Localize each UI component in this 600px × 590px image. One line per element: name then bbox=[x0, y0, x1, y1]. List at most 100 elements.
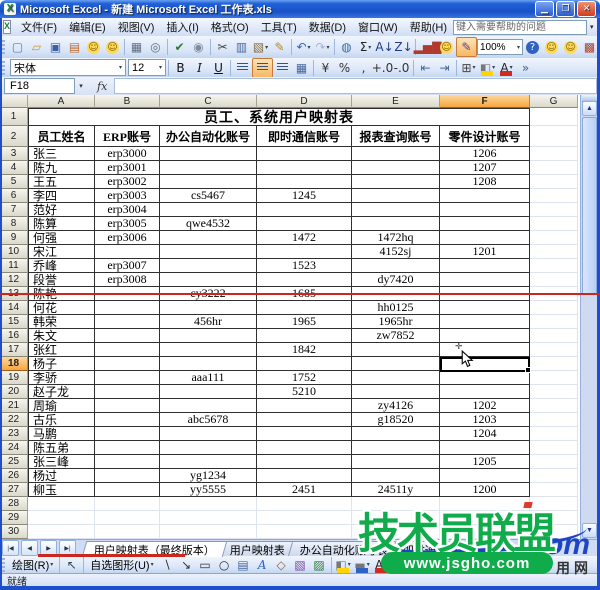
cell-E16[interactable]: zw7852 bbox=[352, 329, 440, 343]
cell-A26[interactable]: 杨过 bbox=[28, 469, 95, 483]
cell-D4[interactable] bbox=[257, 161, 352, 175]
cell-D10[interactable] bbox=[257, 245, 352, 259]
cell-C7[interactable] bbox=[160, 203, 257, 217]
cell-E9[interactable]: 1472hq bbox=[352, 231, 440, 245]
cell-D9[interactable]: 1472 bbox=[257, 231, 352, 245]
decrease-decimal-icon[interactable]: -.0 bbox=[392, 59, 411, 77]
cell-A28[interactable] bbox=[28, 497, 95, 511]
row-header-27[interactable]: 27 bbox=[0, 483, 28, 497]
scroll-down-icon[interactable]: ▼ bbox=[582, 523, 597, 538]
smiley-icon[interactable]: ☺ bbox=[437, 38, 456, 56]
cell-G23[interactable] bbox=[530, 427, 578, 441]
cell-D12[interactable] bbox=[257, 273, 352, 287]
column-header-D[interactable]: D bbox=[257, 95, 352, 108]
cell-B5[interactable]: erp3002 bbox=[95, 175, 160, 189]
spelling-icon[interactable]: ✔ bbox=[170, 38, 189, 56]
cell-E23[interactable] bbox=[352, 427, 440, 441]
row-header-3[interactable]: 3 bbox=[0, 147, 28, 161]
cell-G14[interactable] bbox=[530, 301, 578, 315]
row-header-2[interactable]: 2 bbox=[0, 126, 28, 147]
cell-A20[interactable]: 赵子龙 bbox=[28, 385, 95, 399]
cell-C4[interactable] bbox=[160, 161, 257, 175]
cell-B4[interactable]: erp3001 bbox=[95, 161, 160, 175]
font-size-select[interactable]: 12 ▾ bbox=[128, 59, 166, 76]
cell-F5[interactable]: 1208 bbox=[440, 175, 530, 189]
cell-B22[interactable] bbox=[95, 413, 160, 427]
cell-D30[interactable] bbox=[257, 525, 352, 539]
cell-C28[interactable] bbox=[160, 497, 257, 511]
cell-E27[interactable]: 24511y bbox=[352, 483, 440, 497]
cell-F27[interactable]: 1200 bbox=[440, 483, 530, 497]
cell-G9[interactable] bbox=[530, 231, 578, 245]
autosum-icon[interactable]: Σ▾ bbox=[356, 38, 375, 56]
clipart-icon[interactable]: ▧ bbox=[291, 556, 310, 574]
new-file-icon[interactable]: ▢ bbox=[8, 38, 27, 56]
cell-D26[interactable] bbox=[257, 469, 352, 483]
column-header-A[interactable]: A bbox=[28, 95, 95, 108]
menu-item[interactable]: 视图(V) bbox=[112, 17, 161, 37]
zoom-select[interactable]: 100%▾ bbox=[477, 39, 523, 55]
cell-G16[interactable] bbox=[530, 329, 578, 343]
cell-C22[interactable]: abc5678 bbox=[160, 413, 257, 427]
menu-item[interactable]: 工具(T) bbox=[255, 17, 303, 37]
cell-B7[interactable]: erp3004 bbox=[95, 203, 160, 217]
cell-C14[interactable] bbox=[160, 301, 257, 315]
row-header-23[interactable]: 23 bbox=[0, 427, 28, 441]
cell-A15[interactable]: 韩荣 bbox=[28, 315, 95, 329]
cell-header-E2[interactable]: 报表查询账号 bbox=[352, 126, 440, 147]
active-cell-F18[interactable] bbox=[440, 357, 530, 372]
menu-item[interactable]: 窗口(W) bbox=[352, 17, 404, 37]
cell-G20[interactable] bbox=[530, 385, 578, 399]
cell-D21[interactable] bbox=[257, 399, 352, 413]
column-header-B[interactable]: B bbox=[95, 95, 160, 108]
draw-menu-button[interactable]: 绘图(R)▾ bbox=[8, 556, 57, 574]
cell-G3[interactable] bbox=[530, 147, 578, 161]
fill-color-icon[interactable]: ◧▾ bbox=[334, 556, 353, 574]
font-color-icon[interactable]: A▾ bbox=[497, 59, 516, 77]
cell-E28[interactable] bbox=[352, 497, 440, 511]
cell-A9[interactable]: 何强 bbox=[28, 231, 95, 245]
cell-F26[interactable] bbox=[440, 469, 530, 483]
cell-C8[interactable]: qwe4532 bbox=[160, 217, 257, 231]
cell-G7[interactable] bbox=[530, 203, 578, 217]
cell-F25[interactable]: 1205 bbox=[440, 455, 530, 469]
scroll-up-icon[interactable]: ▲ bbox=[582, 101, 597, 116]
cell-D28[interactable] bbox=[257, 497, 352, 511]
cell-D11[interactable]: 1523 bbox=[257, 259, 352, 273]
cell-F10[interactable]: 1201 bbox=[440, 245, 530, 259]
cell-C16[interactable] bbox=[160, 329, 257, 343]
cell-A22[interactable]: 古乐 bbox=[28, 413, 95, 427]
cell-F28[interactable] bbox=[440, 497, 530, 511]
cell-G17[interactable] bbox=[530, 343, 578, 357]
restore-button[interactable]: ❐ bbox=[556, 1, 575, 17]
cell-E12[interactable]: dy7420 bbox=[352, 273, 440, 287]
cell-D8[interactable] bbox=[257, 217, 352, 231]
cell-F30[interactable] bbox=[440, 525, 530, 539]
cell-B19[interactable] bbox=[95, 371, 160, 385]
row-header-20[interactable]: 20 bbox=[0, 385, 28, 399]
cell-B20[interactable] bbox=[95, 385, 160, 399]
cell-F3[interactable]: 1206 bbox=[440, 147, 530, 161]
cell-D20[interactable]: 5210 bbox=[257, 385, 352, 399]
cell-C30[interactable] bbox=[160, 525, 257, 539]
cell-A24[interactable]: 陈五弟 bbox=[28, 441, 95, 455]
cell-A30[interactable] bbox=[28, 525, 95, 539]
cell-D19[interactable]: 1752 bbox=[257, 371, 352, 385]
cell-B12[interactable]: erp3008 bbox=[95, 273, 160, 287]
name-box[interactable]: F18 bbox=[4, 78, 75, 94]
save-icon[interactable]: ▣ bbox=[46, 38, 65, 56]
cell-B17[interactable] bbox=[95, 343, 160, 357]
cell-G1[interactable] bbox=[530, 108, 578, 126]
cell-F15[interactable] bbox=[440, 315, 530, 329]
cell-A4[interactable]: 陈九 bbox=[28, 161, 95, 175]
chart-wizard-icon[interactable]: ▂▅▇ bbox=[418, 38, 437, 56]
row-header-6[interactable]: 6 bbox=[0, 189, 28, 203]
cell-B16[interactable] bbox=[95, 329, 160, 343]
cell-C12[interactable] bbox=[160, 273, 257, 287]
cell-B27[interactable] bbox=[95, 483, 160, 497]
cell-B18[interactable] bbox=[95, 357, 160, 371]
row-header-8[interactable]: 8 bbox=[0, 217, 28, 231]
row-header-15[interactable]: 15 bbox=[0, 315, 28, 329]
cell-C27[interactable]: yy5555 bbox=[160, 483, 257, 497]
cell-E3[interactable] bbox=[352, 147, 440, 161]
